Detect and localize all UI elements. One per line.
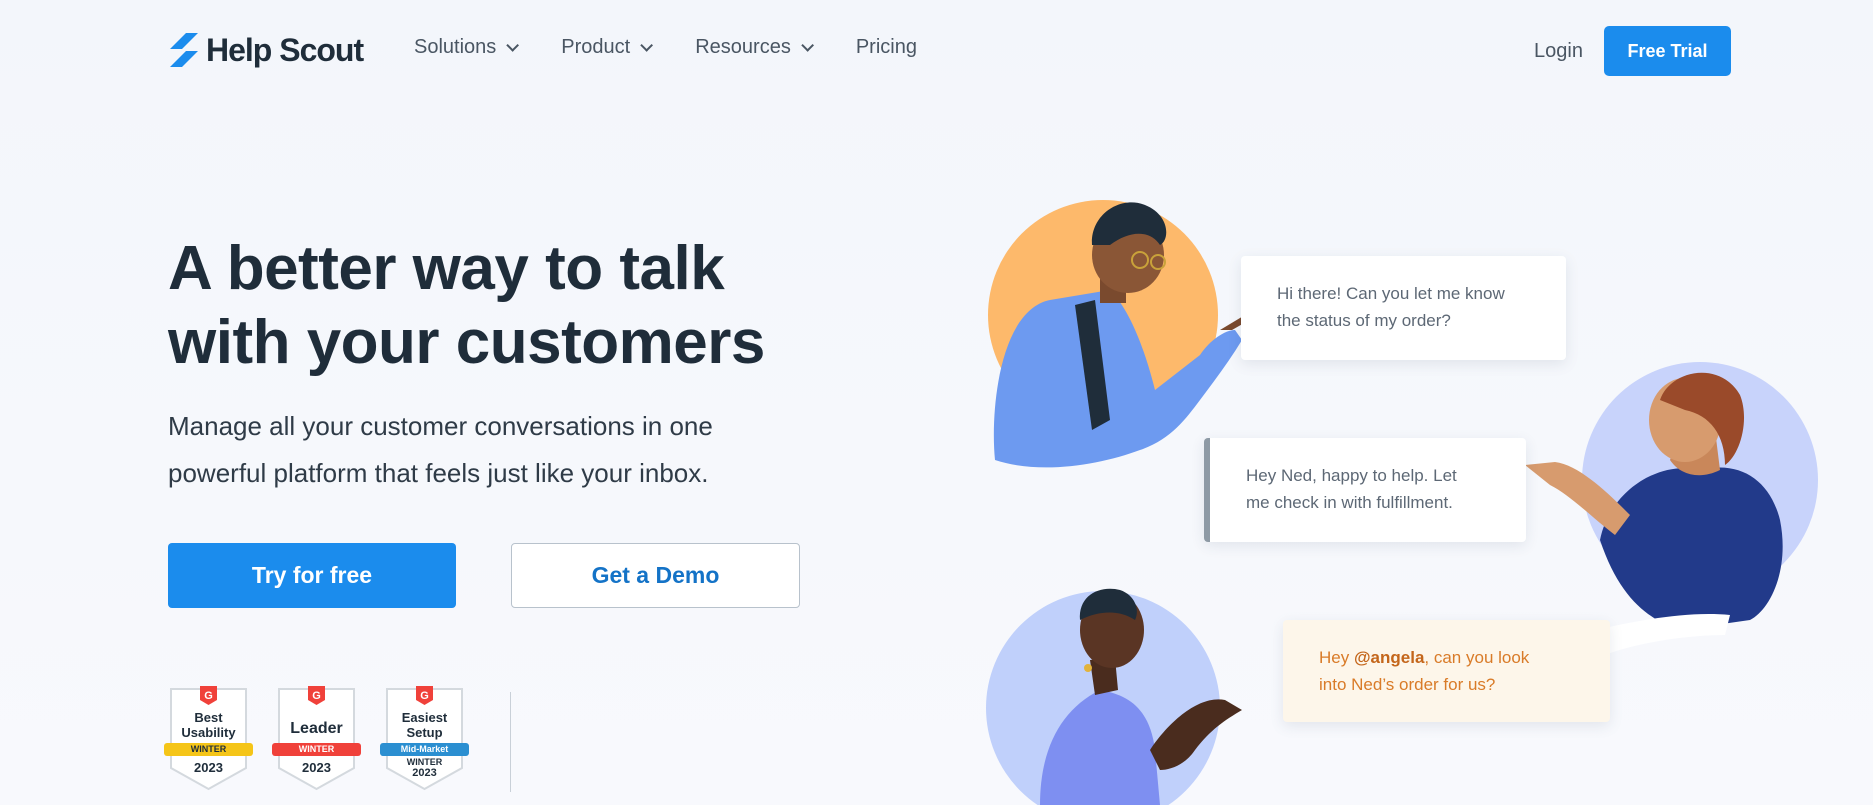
badge-title: Easiest bbox=[401, 710, 448, 725]
login-link[interactable]: Login bbox=[1534, 40, 1583, 63]
nav-item-pricing[interactable]: Pricing bbox=[856, 36, 917, 59]
badge-year: 2023 bbox=[412, 767, 437, 779]
logo-text: Help Scout bbox=[206, 31, 364, 68]
nav-menu: Solutions Product Resources Pricing bbox=[414, 36, 917, 59]
bubble-suffix: , can you look bbox=[1424, 648, 1530, 667]
mention-tag: @angela bbox=[1353, 648, 1425, 667]
badge-band: WINTER bbox=[164, 743, 253, 756]
g2-badges: G Best Usability WINTER 2023 G Leader WI… bbox=[164, 686, 469, 792]
badge-title-2: Setup bbox=[406, 725, 443, 740]
bubble-prefix: Hey bbox=[1319, 648, 1354, 667]
chevron-down-icon bbox=[506, 39, 520, 52]
chevron-down-icon bbox=[640, 39, 654, 52]
chat-bubble-internal-note: Hey @angela, can you look into Ned’s ord… bbox=[1283, 620, 1610, 722]
bubble-line-2: into Ned’s order for us? bbox=[1319, 675, 1496, 694]
svg-text:G: G bbox=[204, 690, 213, 702]
chat-bubble-agent-reply: Hey Ned, happy to help. Let me check in … bbox=[1204, 438, 1526, 542]
nav-item-product[interactable]: Product bbox=[561, 36, 654, 59]
hero-headline: A better way to talk with your customers bbox=[168, 232, 808, 380]
top-nav: Help Scout Solutions Product Resources P… bbox=[0, 0, 1873, 102]
help-scout-logo-icon bbox=[170, 33, 198, 67]
agent-angela-illustration bbox=[1525, 362, 1818, 658]
nav-item-label: Solutions bbox=[414, 36, 497, 58]
customer-ned-illustration bbox=[988, 200, 1250, 468]
nav-item-label: Resources bbox=[695, 36, 791, 58]
badges-divider bbox=[510, 692, 511, 792]
headline-line-2: with your customers bbox=[168, 308, 765, 377]
badge-title: Leader bbox=[290, 720, 343, 737]
bubble-line-2: the status of my order? bbox=[1277, 311, 1451, 330]
agent-illustration-3 bbox=[986, 588, 1242, 805]
svg-text:G: G bbox=[312, 690, 321, 702]
help-scout-logo[interactable]: Help Scout bbox=[168, 28, 364, 72]
nav-item-label: Pricing bbox=[855, 36, 917, 58]
svg-text:G: G bbox=[420, 690, 429, 702]
hero-illustration: Hi there! Can you let me know the status… bbox=[980, 190, 1840, 805]
nav-item-solutions[interactable]: Solutions bbox=[414, 36, 520, 59]
get-a-demo-button[interactable]: Get a Demo bbox=[511, 543, 800, 608]
chat-bubble-customer: Hi there! Can you let me know the status… bbox=[1241, 256, 1566, 360]
badge-band: Mid-Market bbox=[380, 743, 469, 756]
badge-year: 2023 bbox=[194, 760, 223, 775]
nav-item-label: Product bbox=[561, 36, 631, 58]
badge-shield-icon: G bbox=[278, 686, 355, 791]
badge-title-2: Usability bbox=[181, 725, 236, 740]
bubble-line-2: me check in with fulfillment. bbox=[1246, 493, 1453, 512]
badge-title: Best bbox=[194, 710, 223, 725]
badge-band: WINTER bbox=[272, 743, 361, 756]
g2-badge-easiest-setup: G Easiest Setup Mid-Market WINTER 2023 bbox=[380, 686, 469, 792]
free-trial-button[interactable]: Free Trial bbox=[1604, 26, 1731, 76]
nav-item-resources[interactable]: Resources bbox=[695, 36, 814, 59]
subhead-line-2: powerful platform that feels just like y… bbox=[168, 458, 709, 488]
headline-line-1: A better way to talk bbox=[168, 234, 725, 303]
bubble-line-1: Hi there! Can you let me know bbox=[1277, 284, 1505, 303]
badge-year: 2023 bbox=[302, 760, 331, 775]
g2-badge-best-usability: G Best Usability WINTER 2023 bbox=[164, 686, 253, 792]
bubble-line-1: Hey Ned, happy to help. Let bbox=[1246, 466, 1457, 485]
g2-badge-leader: G Leader WINTER 2023 bbox=[272, 686, 361, 792]
hero-subhead: Manage all your customer conversations i… bbox=[168, 403, 808, 497]
subhead-line-1: Manage all your customer conversations i… bbox=[168, 411, 713, 441]
chevron-down-icon bbox=[801, 39, 814, 52]
try-for-free-button[interactable]: Try for free bbox=[168, 543, 456, 608]
badge-year-season: WINTER bbox=[406, 757, 443, 767]
